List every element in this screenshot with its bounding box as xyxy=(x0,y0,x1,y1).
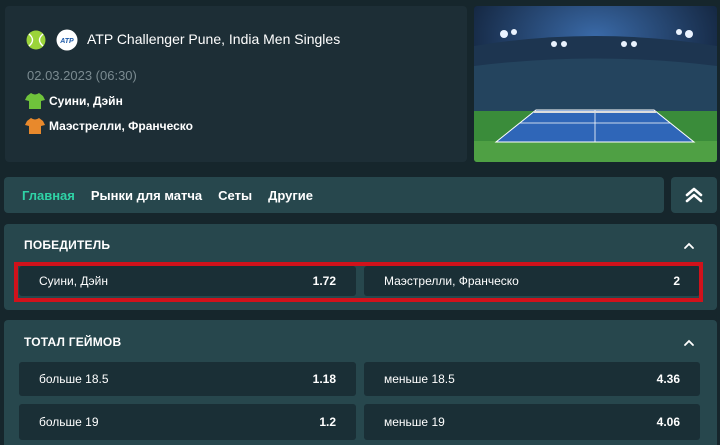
tennis-court-illustration xyxy=(474,6,717,162)
odd-label: Суини, Дэйн xyxy=(39,274,108,288)
odd-value: 2 xyxy=(673,274,680,288)
player-home-name: Суини, Дэйн xyxy=(49,94,123,108)
player-away: Маэстрелли, Франческо xyxy=(25,116,193,136)
tab-sets[interactable]: Сеты xyxy=(218,188,252,203)
odd-total-under-18-5[interactable]: меньше 18.5 4.36 xyxy=(364,362,700,396)
green-shirt-icon xyxy=(25,93,45,109)
tab-match-markets[interactable]: Рынки для матча xyxy=(91,188,202,203)
collapse-all-button[interactable] xyxy=(671,177,717,213)
odd-label: больше 18.5 xyxy=(39,372,109,386)
odd-total-under-19[interactable]: меньше 19 4.06 xyxy=(364,404,700,440)
match-header-card: ATP ATP Challenger Pune, India Men Singl… xyxy=(5,6,467,162)
tab-other[interactable]: Другие xyxy=(268,188,313,203)
odd-label: меньше 19 xyxy=(384,415,445,429)
event-title: ATP Challenger Pune, India Men Singles xyxy=(87,31,341,47)
market-winner-title: ПОБЕДИТЕЛЬ xyxy=(24,238,111,252)
player-home: Суини, Дэйн xyxy=(25,91,123,111)
odd-value: 1.72 xyxy=(312,274,336,288)
odd-value: 1.2 xyxy=(319,415,336,429)
chevron-up-icon[interactable] xyxy=(683,338,695,348)
stadium-image xyxy=(474,6,717,162)
odd-value: 4.36 xyxy=(656,372,680,386)
svg-text:ATP: ATP xyxy=(59,38,74,45)
double-chevron-up-icon xyxy=(685,187,703,203)
odd-value: 1.18 xyxy=(312,372,336,386)
orange-shirt-icon xyxy=(25,118,45,134)
odd-winner-away[interactable]: Маэстрелли, Франческо 2 xyxy=(364,266,700,296)
market-tabs: Главная Рынки для матча Сеты Другие xyxy=(4,177,664,213)
player-away-name: Маэстрелли, Франческо xyxy=(49,119,193,133)
tennis-ball-icon xyxy=(26,30,46,50)
atp-logo-icon: ATP xyxy=(56,29,78,51)
chevron-up-icon[interactable] xyxy=(683,241,695,251)
odd-total-over-18-5[interactable]: больше 18.5 1.18 xyxy=(19,362,356,396)
market-total-title: ТОТАЛ ГЕЙМОВ xyxy=(24,335,122,349)
odd-label: Маэстрелли, Франческо xyxy=(384,274,519,288)
odd-winner-home[interactable]: Суини, Дэйн 1.72 xyxy=(19,266,356,296)
tab-main[interactable]: Главная xyxy=(22,188,75,203)
odd-label: меньше 18.5 xyxy=(384,372,455,386)
odd-total-over-19[interactable]: больше 19 1.2 xyxy=(19,404,356,440)
odd-value: 4.06 xyxy=(656,415,680,429)
event-date: 02.03.2023 (06:30) xyxy=(27,68,137,83)
odd-label: больше 19 xyxy=(39,415,99,429)
